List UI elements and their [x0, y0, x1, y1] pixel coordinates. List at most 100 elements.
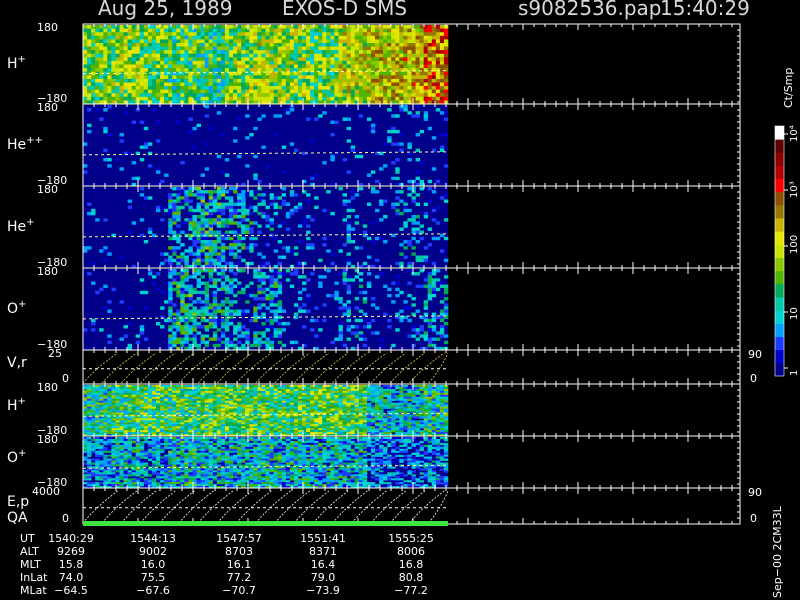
cell	[208, 32, 214, 37]
cell	[220, 68, 226, 72]
cell	[216, 68, 222, 72]
cell	[253, 236, 258, 241]
cell	[314, 89, 319, 94]
cell	[277, 309, 283, 313]
cell	[143, 60, 149, 65]
cell	[310, 71, 315, 76]
cell	[391, 28, 396, 33]
cell	[443, 297, 449, 301]
cell	[164, 385, 169, 388]
cell	[423, 35, 429, 40]
cell	[375, 71, 380, 76]
cell	[107, 420, 112, 423]
cell	[358, 50, 364, 54]
cell	[184, 96, 189, 101]
cell	[354, 193, 360, 197]
cell	[245, 75, 250, 80]
cell	[330, 78, 335, 83]
cell	[151, 108, 157, 112]
cell	[192, 53, 197, 58]
cell	[192, 334, 197, 338]
cell	[354, 275, 360, 279]
cell	[196, 297, 201, 301]
cell	[184, 388, 189, 392]
cell	[204, 281, 210, 285]
cell	[229, 252, 234, 256]
cell	[188, 233, 193, 238]
cell	[391, 126, 396, 131]
cell	[233, 28, 238, 33]
cell	[220, 325, 226, 329]
cell	[334, 32, 339, 37]
cell	[435, 25, 441, 29]
cell	[204, 93, 210, 98]
cell	[204, 35, 210, 40]
cell	[318, 78, 323, 83]
cell	[241, 60, 246, 65]
cell	[253, 64, 258, 69]
cell	[399, 35, 404, 40]
cell	[289, 35, 295, 40]
cell	[156, 43, 161, 47]
cell	[249, 46, 254, 51]
cell	[306, 25, 311, 29]
cell	[107, 64, 112, 69]
cell	[180, 337, 185, 341]
cell	[208, 35, 214, 40]
cell	[216, 287, 222, 292]
cell	[172, 193, 177, 197]
cell	[354, 306, 360, 310]
cell	[387, 28, 392, 33]
cell	[277, 89, 283, 94]
cell	[192, 93, 197, 98]
cell	[322, 35, 327, 40]
cell	[188, 64, 193, 69]
cell	[212, 252, 218, 256]
cell	[131, 53, 137, 58]
cell	[95, 408, 100, 411]
cell	[123, 75, 128, 80]
cell	[391, 60, 396, 65]
cell	[411, 312, 416, 316]
cell	[346, 284, 351, 288]
cell	[293, 89, 299, 94]
cell	[306, 46, 311, 51]
cell	[87, 211, 92, 216]
cell	[123, 325, 128, 329]
cell	[439, 46, 445, 51]
cell	[172, 392, 177, 396]
cell	[212, 281, 218, 285]
cell	[192, 68, 197, 72]
cell	[297, 89, 303, 94]
cell	[261, 64, 266, 69]
cell	[241, 32, 246, 37]
cell	[411, 93, 416, 98]
cell	[180, 43, 185, 47]
cell	[143, 25, 149, 29]
cell	[411, 50, 416, 54]
cell	[208, 337, 214, 341]
cell	[127, 93, 132, 98]
cell	[107, 89, 112, 94]
cell	[204, 297, 210, 301]
cell	[220, 287, 226, 292]
cell	[387, 75, 392, 80]
cell	[362, 39, 368, 44]
cell	[277, 281, 283, 285]
cell	[415, 221, 420, 225]
cell	[143, 53, 149, 58]
cell	[415, 258, 420, 263]
cell	[143, 75, 149, 80]
cell	[188, 193, 193, 197]
cell	[237, 249, 242, 253]
cell	[423, 312, 429, 316]
cell	[111, 86, 116, 90]
cell	[151, 96, 157, 101]
cell	[249, 89, 254, 94]
cell	[249, 68, 254, 72]
cell	[431, 328, 437, 332]
cell	[164, 430, 169, 433]
cell	[261, 89, 266, 94]
cell	[172, 287, 177, 292]
cell	[366, 43, 372, 47]
